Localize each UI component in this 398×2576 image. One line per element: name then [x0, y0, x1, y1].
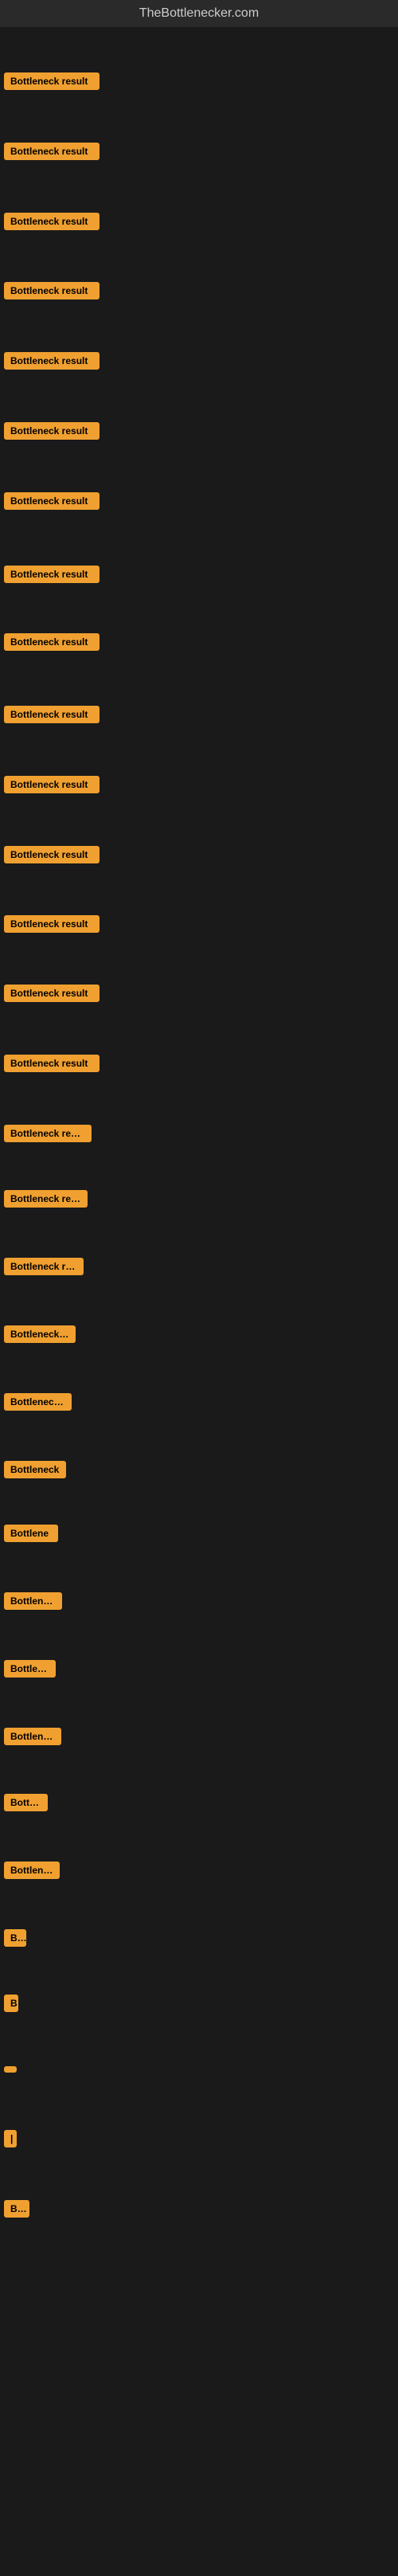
- bottleneck-row: Bottleneck result: [4, 985, 100, 1006]
- bottleneck-row: Bottleneck result: [4, 492, 100, 514]
- bottleneck-row: Bottleneck result: [4, 566, 100, 587]
- bottleneck-row: Bottleneck result: [4, 143, 100, 164]
- bottleneck-badge[interactable]: Bottleneck result: [4, 1125, 92, 1142]
- bottleneck-badge[interactable]: Bottlen: [4, 1794, 48, 1811]
- bottleneck-badge[interactable]: Bottleneck result: [4, 776, 100, 793]
- bottleneck-row: [4, 2062, 17, 2077]
- bottleneck-row: Bottleneck result: [4, 282, 100, 303]
- bottleneck-row: Bottleneck result: [4, 422, 100, 444]
- bottleneck-row: Bottleneck r: [4, 1592, 62, 1614]
- bottleneck-row: Bottleneck result: [4, 352, 100, 374]
- bottleneck-badge[interactable]: Bottleneck result: [4, 1055, 100, 1072]
- bottleneck-row: Bottlen: [4, 1794, 48, 1815]
- bottleneck-badge[interactable]: Bottlenec: [4, 1660, 56, 1678]
- bottleneck-badge[interactable]: B: [4, 1995, 18, 2012]
- bottleneck-row: Bottleneck result: [4, 915, 100, 937]
- bottleneck-badge[interactable]: Bo: [4, 1929, 26, 1947]
- bottleneck-row: Bottleneck result: [4, 213, 100, 234]
- bottleneck-badge[interactable]: Bottleneck result: [4, 143, 100, 160]
- bottleneck-badge[interactable]: Bottleneck result: [4, 633, 100, 651]
- bottleneck-row: Bottleneck result: [4, 846, 100, 867]
- bottleneck-badge[interactable]: [4, 2066, 17, 2073]
- bottleneck-row: Bottleneck: [4, 1461, 66, 1482]
- bottleneck-row: Bottleneck result: [4, 1190, 88, 1212]
- bottleneck-row: B: [4, 1995, 18, 2016]
- bottleneck-badge[interactable]: Bottleneck result: [4, 706, 100, 723]
- bottleneck-row: Bottleneck re: [4, 1325, 76, 1347]
- bottleneck-badge[interactable]: Bott: [4, 2200, 29, 2218]
- bottleneck-row: Bottleneck result: [4, 1055, 100, 1076]
- bottleneck-badge[interactable]: |: [4, 2130, 17, 2147]
- bottleneck-badge[interactable]: Bottleneck result: [4, 985, 100, 1002]
- bottleneck-badge[interactable]: Bottleneck result: [4, 492, 100, 510]
- bottleneck-row: Bottleneck result: [4, 776, 100, 797]
- bottleneck-badge[interactable]: Bottleneck re: [4, 1325, 76, 1343]
- bottleneck-badge[interactable]: Bottleneck result: [4, 846, 100, 863]
- bottleneck-badge[interactable]: Bottleneck result: [4, 352, 100, 370]
- bottleneck-row: Bottlene: [4, 1525, 58, 1546]
- bottleneck-badge[interactable]: Bottleneck resu: [4, 1393, 72, 1411]
- bottleneck-row: Bottleneck re: [4, 1728, 61, 1749]
- bottleneck-badge[interactable]: Bottleneck result: [4, 72, 100, 90]
- bottleneck-badge[interactable]: Bottleneck: [4, 1461, 66, 1478]
- bottleneck-row: Bottleneck resu: [4, 1393, 72, 1415]
- bottleneck-badge[interactable]: Bottleneck result: [4, 566, 100, 583]
- bottleneck-badge[interactable]: Bottleneck re: [4, 1728, 61, 1745]
- site-title: TheBottlenecker.com: [0, 0, 398, 27]
- bottleneck-row: Bottleneck: [4, 1862, 60, 1883]
- bottleneck-row: Bottleneck result: [4, 1125, 92, 1146]
- bottleneck-row: Bottleneck result: [4, 1258, 84, 1279]
- bottleneck-row: Bottleneck result: [4, 706, 100, 727]
- bottleneck-badge[interactable]: Bottleneck r: [4, 1592, 62, 1610]
- bottleneck-badge[interactable]: Bottlene: [4, 1525, 58, 1542]
- site-title-text: TheBottlenecker.com: [139, 6, 259, 20]
- bottleneck-row: |: [4, 2130, 17, 2151]
- bottleneck-row: Bottleneck result: [4, 72, 100, 94]
- bottleneck-row: Bo: [4, 1929, 26, 1951]
- bottleneck-badge[interactable]: Bottleneck result: [4, 1258, 84, 1275]
- bottleneck-row: Bott: [4, 2200, 29, 2222]
- bottleneck-badge[interactable]: Bottleneck result: [4, 213, 100, 230]
- bottleneck-badge[interactable]: Bottleneck result: [4, 1190, 88, 1208]
- bottleneck-badge[interactable]: Bottleneck result: [4, 915, 100, 933]
- bottleneck-badge[interactable]: Bottleneck result: [4, 422, 100, 440]
- bottleneck-badge[interactable]: Bottleneck: [4, 1862, 60, 1879]
- bottleneck-row: Bottlenec: [4, 1660, 56, 1681]
- bottleneck-badge[interactable]: Bottleneck result: [4, 282, 100, 299]
- bottleneck-row: Bottleneck result: [4, 633, 100, 655]
